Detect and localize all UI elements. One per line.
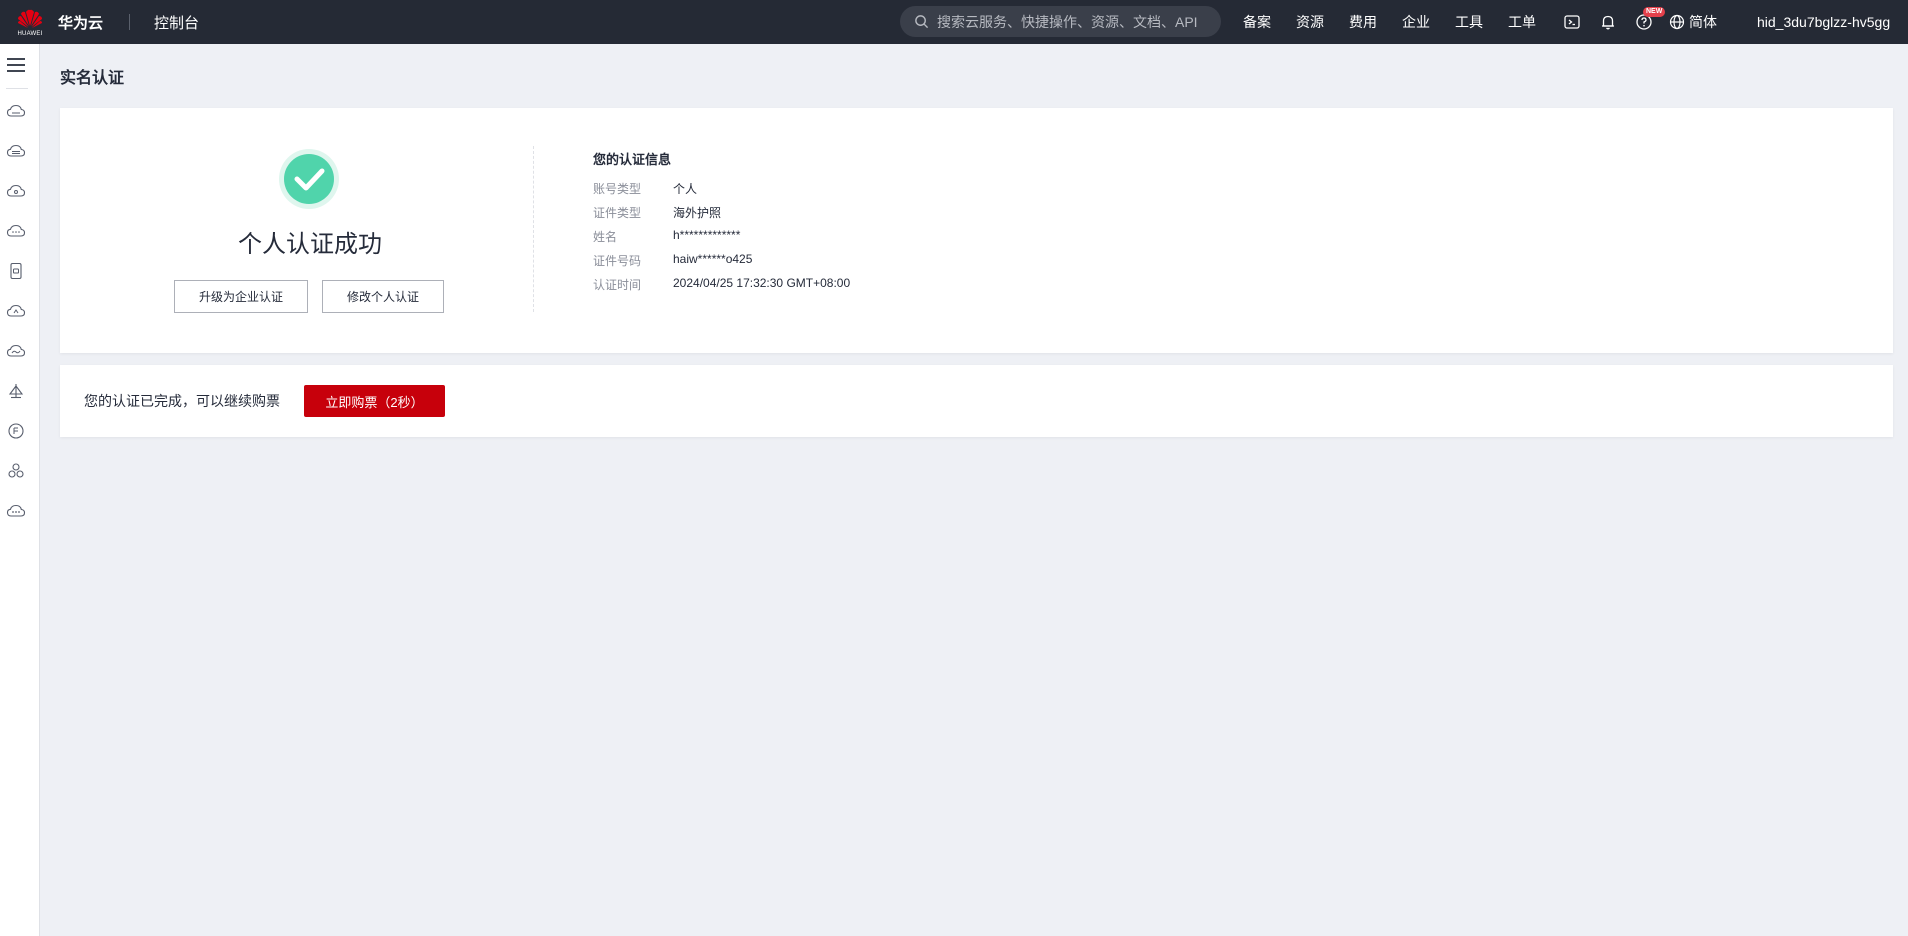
header-divider <box>129 14 131 30</box>
success-title: 个人认证成功 <box>238 231 382 258</box>
brand-name[interactable]: 华为云 <box>58 12 103 33</box>
bell-icon[interactable] <box>1597 11 1619 33</box>
sidebar <box>0 44 40 936</box>
terminal-icon[interactable] <box>1561 11 1583 33</box>
document-icon[interactable] <box>5 260 27 282</box>
top-bar: HUAWEI 华为云 控制台 搜索云服务、快捷操作、资源、文档、API 备案 资… <box>0 0 1908 44</box>
cloud-security-icon[interactable] <box>5 300 27 322</box>
info-row-account-type: 账号类型 个人 <box>593 180 697 197</box>
search-placeholder: 搜索云服务、快捷操作、资源、文档、API <box>937 13 1198 30</box>
language-switch[interactable]: 简体 <box>1669 12 1717 32</box>
info-label: 账号类型 <box>593 182 642 196</box>
buy-ticket-button[interactable]: 立即购票（2秒） <box>304 385 445 417</box>
info-value: 2024/04/25 17:32:30 GMT+08:00 <box>673 276 851 290</box>
nav-tickets[interactable]: 工单 <box>1508 12 1536 32</box>
cloud-storage-icon[interactable] <box>5 140 27 162</box>
info-value: h************* <box>673 228 741 242</box>
modify-personal-button[interactable]: 修改个人认证 <box>322 280 444 313</box>
user-account[interactable]: hid_3du7bglzz-hv5gg <box>1757 14 1890 30</box>
logo-text: HUAWEI <box>17 30 43 37</box>
complete-message: 您的认证已完成，可以继续购票 <box>84 393 280 409</box>
info-label: 证件类型 <box>593 206 642 220</box>
nav-billing[interactable]: 费用 <box>1349 12 1377 32</box>
cloud-more-icon[interactable] <box>5 500 27 522</box>
search-input[interactable]: 搜索云服务、快捷操作、资源、文档、API <box>900 6 1221 37</box>
vertical-divider <box>533 146 534 312</box>
menu-icon[interactable] <box>6 56 26 74</box>
info-label: 姓名 <box>593 230 618 244</box>
nav-beian[interactable]: 备案 <box>1243 12 1271 32</box>
verification-card: 个人认证成功 升级为企业认证 修改个人认证 您的认证信息 账号类型 个人 证件类… <box>60 108 1893 353</box>
top-nav: 备案 资源 费用 企业 工具 工单 NEW 简体 hid_3du7bglzz-h… <box>1243 0 1890 44</box>
sidebar-divider <box>6 88 28 89</box>
info-row-verify-time: 认证时间 2024/04/25 17:32:30 GMT+08:00 <box>593 276 850 293</box>
info-row-id-type: 证件类型 海外护照 <box>593 204 721 221</box>
cloud-network-icon[interactable] <box>5 180 27 202</box>
language-label: 简体 <box>1689 14 1717 30</box>
info-value: 海外护照 <box>673 206 722 220</box>
info-label: 认证时间 <box>593 278 642 292</box>
info-row-name: 姓名 h************* <box>593 228 740 245</box>
cloud-monitor-icon[interactable] <box>5 340 27 362</box>
new-badge: NEW <box>1643 7 1666 17</box>
nav-enterprise[interactable]: 企业 <box>1402 12 1430 32</box>
huawei-logo-icon <box>18 9 42 28</box>
help-icon[interactable]: NEW <box>1633 7 1666 33</box>
search-icon <box>915 15 929 29</box>
info-row-id-number: 证件号码 haiw******o425 <box>593 252 752 269</box>
deploy-icon[interactable] <box>5 380 27 402</box>
info-value: haiw******o425 <box>673 252 753 266</box>
cluster-icon[interactable] <box>5 460 27 482</box>
nav-tools[interactable]: 工具 <box>1455 12 1483 32</box>
console-link[interactable]: 控制台 <box>154 12 199 33</box>
success-check-icon <box>279 149 339 209</box>
globe-icon <box>1669 14 1685 30</box>
page-title: 实名认证 <box>60 70 125 87</box>
cloud-db-icon[interactable] <box>5 220 27 242</box>
cloud-service-icon[interactable] <box>5 100 27 122</box>
info-label: 证件号码 <box>593 254 642 268</box>
info-title: 您的认证信息 <box>593 152 672 167</box>
purchase-card: 您的认证已完成，可以继续购票 立即购票（2秒） <box>60 365 1893 437</box>
chat-icon[interactable] <box>5 420 27 442</box>
upgrade-enterprise-button[interactable]: 升级为企业认证 <box>174 280 308 313</box>
nav-resources[interactable]: 资源 <box>1296 12 1324 32</box>
info-value: 个人 <box>673 182 698 196</box>
huawei-logo[interactable]: HUAWEI <box>6 0 54 44</box>
